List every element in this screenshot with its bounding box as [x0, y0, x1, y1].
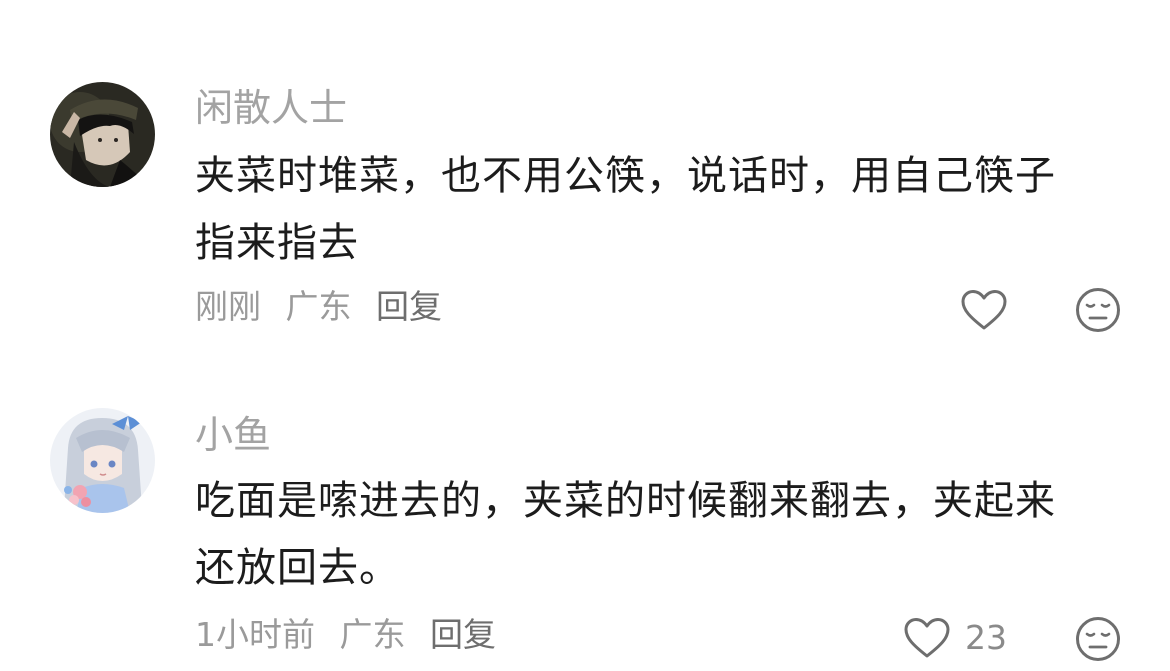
- neutral-face-icon: [1076, 288, 1120, 332]
- comment-meta: 1小时前 广东 回复: [195, 614, 510, 656]
- comment-item: 小鱼 吃面是嗦进去的，夹菜的时候翻来翻去，夹起来 还放回去。 1小时前 广东 回…: [0, 340, 1170, 671]
- avatar[interactable]: [50, 408, 155, 513]
- reply-button[interactable]: 回复: [376, 287, 442, 326]
- like-button[interactable]: [960, 289, 1022, 331]
- comment-text: 夹菜时堆菜，也不用公筷，说话时，用自己筷子 指来指去: [195, 143, 1100, 277]
- comment-location: 广东: [339, 615, 406, 654]
- comment-item: 闲散人士 夹菜时堆菜，也不用公筷，说话时，用自己筷子 指来指去 刚刚 广东 回复: [0, 0, 1170, 340]
- dislike-button[interactable]: [1075, 616, 1121, 662]
- comment-text-line: 指来指去: [195, 220, 359, 266]
- avatar[interactable]: [50, 82, 155, 187]
- comment-location: 广东: [285, 287, 352, 326]
- comment-time: 刚刚: [195, 287, 261, 326]
- comment-text-line: 夹菜时堆菜，也不用公筷，说话时，用自己筷子: [195, 153, 1056, 199]
- anime-girl-blue-bow-avatar-icon: [50, 408, 155, 513]
- dark-hat-person-avatar-icon: [50, 82, 155, 187]
- like-button[interactable]: 23: [903, 617, 1007, 659]
- comment-meta: 刚刚 广东 回复: [195, 286, 456, 328]
- username[interactable]: 小鱼: [195, 411, 271, 459]
- reply-button[interactable]: 回复: [430, 615, 496, 654]
- username[interactable]: 闲散人士: [195, 84, 347, 132]
- comment-time: 1小时前: [195, 615, 315, 654]
- comment-text-line: 吃面是嗦进去的，夹菜的时候翻来翻去，夹起来: [195, 478, 1056, 524]
- neutral-face-icon: [1076, 617, 1120, 661]
- comment-text-line: 还放回去。: [195, 545, 400, 591]
- heart-outline-icon: [961, 290, 1007, 330]
- like-count: 23: [965, 618, 1007, 657]
- comment-text: 吃面是嗦进去的，夹菜的时候翻来翻去，夹起来 还放回去。: [195, 468, 1100, 602]
- heart-outline-icon: [904, 618, 950, 658]
- dislike-button[interactable]: [1075, 287, 1121, 333]
